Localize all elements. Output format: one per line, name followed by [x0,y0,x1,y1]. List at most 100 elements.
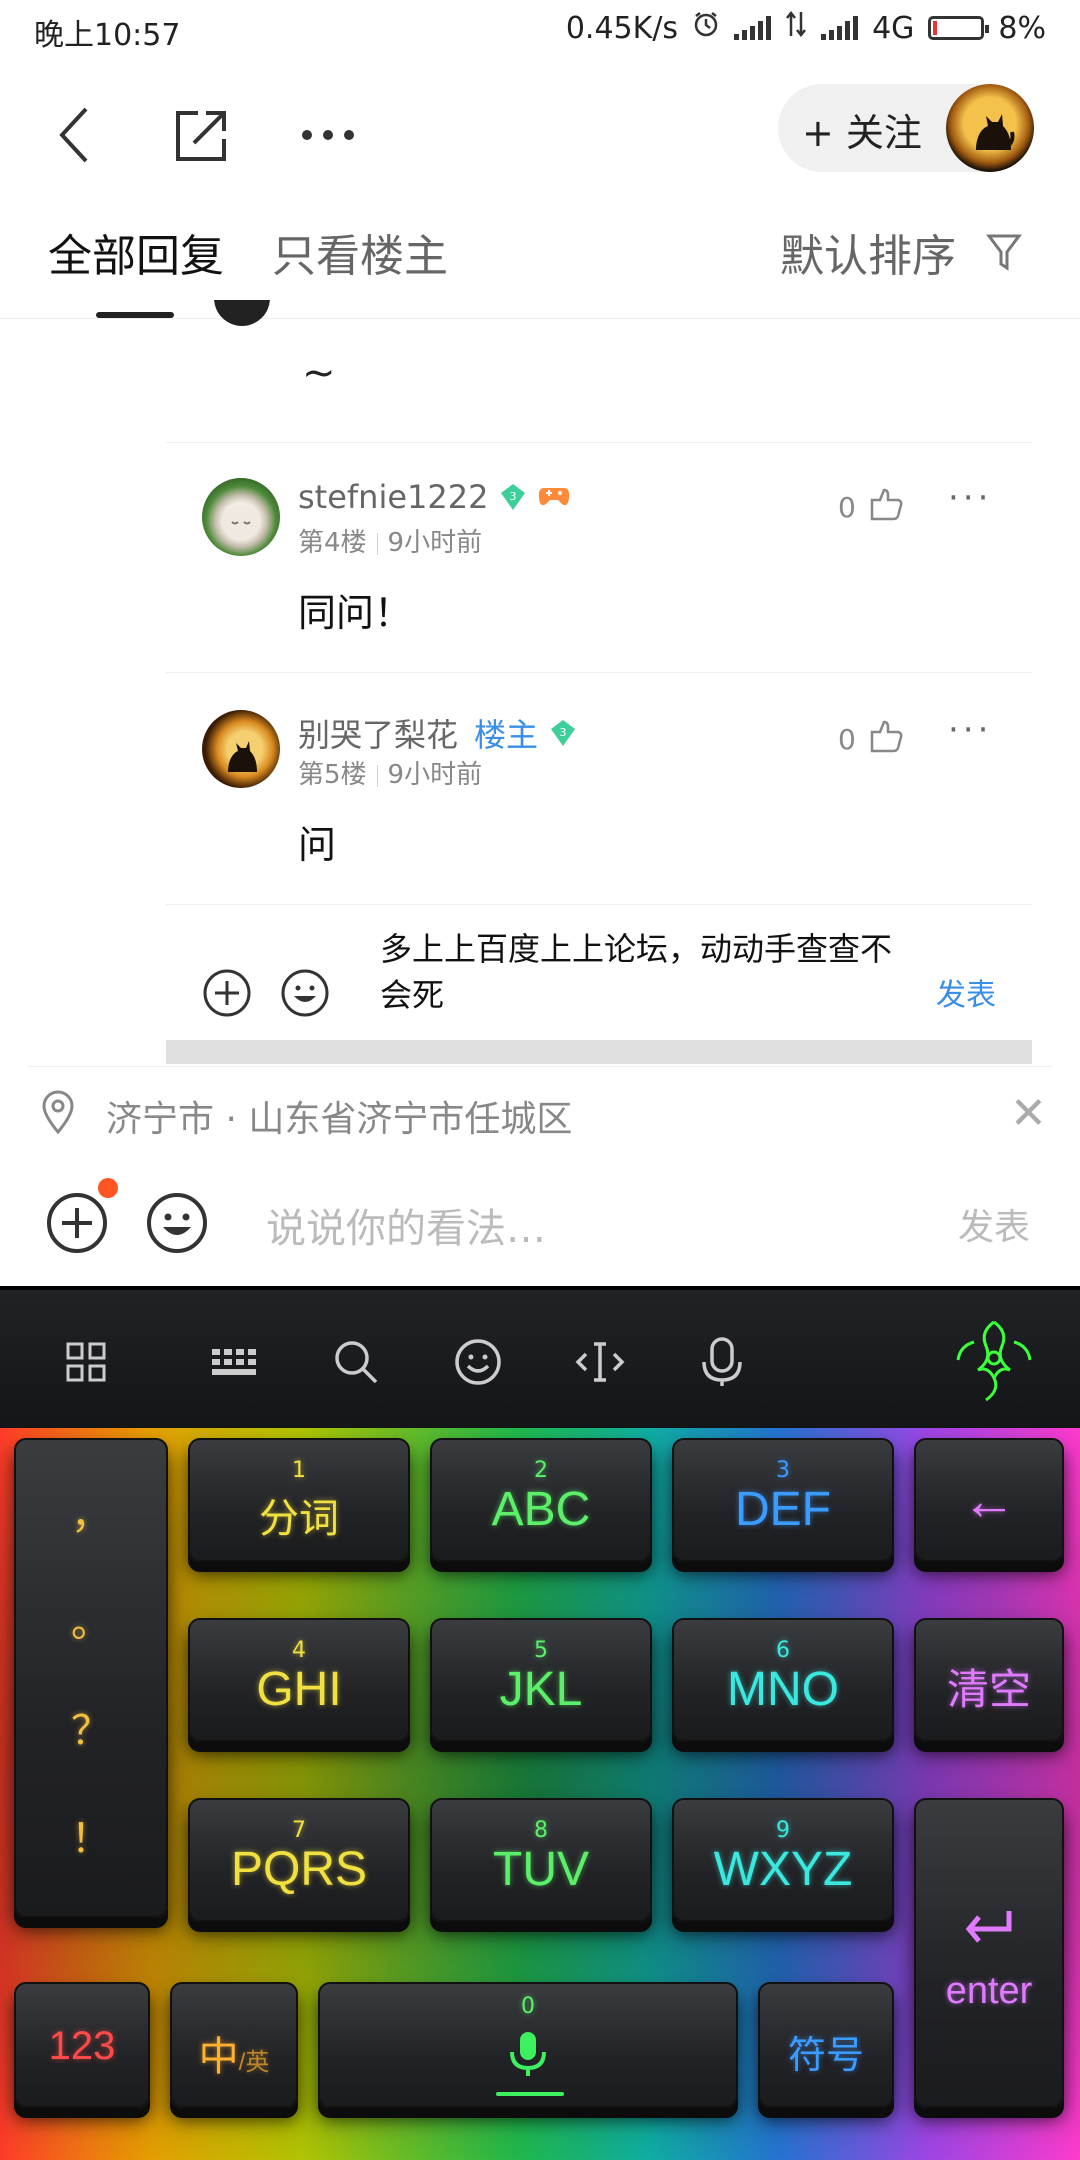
cursor-icon[interactable] [570,1332,630,1392]
space-key[interactable]: 0 [318,1982,738,2108]
user-avatar[interactable] [202,478,280,556]
comment-input[interactable]: 说说你的看法… [266,1196,546,1254]
gamepad-badge-icon [538,478,570,516]
key-number: 3 [776,1458,790,1483]
key-9[interactable]: 9 WXYZ [672,1798,894,1922]
partial-reply-text: ~ [302,350,336,396]
enter-key[interactable]: enter [914,1798,1064,2108]
share-icon[interactable] [160,95,240,175]
location-text[interactable]: 济宁市 · 山东省济宁市任城区 [106,1090,572,1142]
send-button[interactable]: 发表 [958,1198,1030,1250]
key-4[interactable]: 4 GHI [188,1618,410,1742]
key-label: ABC [491,1483,591,1536]
key-6[interactable]: 6 MNO [672,1618,894,1742]
key-label: DEF [735,1483,831,1536]
battery-icon [928,16,990,40]
data-transfer-icon [785,10,807,46]
reply-more-icon[interactable]: ··· [948,478,992,518]
numeric-key[interactable]: 123 [14,1982,150,2108]
clear-key[interactable]: 清空 [914,1618,1064,1742]
mic-icon[interactable] [692,1332,752,1392]
punct-exclaim[interactable]: ！ [16,1806,166,1864]
key-7[interactable]: 7 PQRS [188,1798,410,1922]
follow-button[interactable]: + 关注 [778,84,1034,172]
add-attachment-icon[interactable] [202,968,252,1022]
numeric-label: 123 [48,2024,116,2068]
like-hand-icon [866,718,906,761]
backspace-icon: ← [962,1471,1016,1531]
language-key[interactable]: 中/英 [170,1982,298,2108]
punct-period[interactable]: 。 [16,1590,166,1648]
comment-input-bar: 说说你的看法… 发表 [0,1160,1080,1286]
key-number: 8 [534,1818,548,1843]
username[interactable]: stefnie1222 [298,478,488,516]
floor-number: 第4楼 [298,528,367,558]
grid-icon[interactable] [56,1332,116,1392]
punctuation-key[interactable]: ， 。 ？ ！ [14,1438,168,1918]
symbols-key[interactable]: 符号 [758,1982,894,2108]
razer-logo-icon[interactable] [946,1312,1042,1412]
back-icon[interactable] [34,95,114,175]
sort-dropdown[interactable]: 默认排序 [780,220,956,284]
key-1[interactable]: 1 分词 [188,1438,410,1562]
username[interactable]: 别哭了梨花 [298,710,458,756]
reply-text: 同问！ [298,591,413,635]
key-5[interactable]: 5 JKL [430,1618,652,1742]
like-count: 0 [838,723,856,756]
network-type: 4G [872,10,915,46]
reply-more-icon[interactable]: ··· [948,710,992,750]
level-gem-icon: 3 [498,482,528,512]
inner-reply-text[interactable]: 多上上百度上上论坛，动动手查查不会死 [380,926,920,1018]
net-speed: 0.45K/s [565,10,679,46]
backspace-key[interactable]: ← [914,1438,1064,1562]
keyboard-icon[interactable] [204,1332,264,1392]
key-number: 6 [776,1638,790,1663]
like-count: 0 [838,491,856,524]
follow-label: + 关注 [802,111,922,155]
signal-2-icon [821,16,859,40]
tab-active-indicator [96,312,174,318]
key-label: WXYZ [713,1843,853,1896]
like-button[interactable]: 0 [838,718,906,761]
symbols-label: 符号 [787,2035,864,2077]
key-2[interactable]: 2 ABC [430,1438,652,1562]
more-icon[interactable] [288,95,368,175]
like-button[interactable]: 0 [838,486,906,529]
voice-input-icon [320,2030,736,2094]
level-number: 3 [510,490,517,503]
inner-reply-bottom [166,1040,1032,1064]
tab-owner-only[interactable]: 只看楼主 [272,220,448,284]
key-label: MNO [727,1663,839,1716]
emoji-icon[interactable] [448,1332,508,1392]
enter-label: enter [945,1970,1033,2012]
add-attachment-icon[interactable] [46,1192,108,1258]
top-nav: + 关注 [0,60,1080,190]
emoji-icon[interactable] [280,968,330,1022]
like-hand-icon [866,486,906,529]
close-icon[interactable]: ✕ [1010,1088,1047,1139]
key-8[interactable]: 8 TUV [430,1798,652,1922]
key-number: 5 [534,1638,548,1663]
emoji-icon[interactable] [146,1192,208,1258]
user-avatar[interactable] [202,710,280,788]
reply-time: 9小时前 [387,528,483,558]
clear-label: 清空 [946,1666,1031,1713]
key-label: GHI [256,1663,342,1716]
alarm-icon [692,10,720,46]
reply-meta: 第5楼 9小时前 [298,754,482,791]
author-avatar[interactable] [946,84,1034,172]
reply-time: 9小时前 [387,760,483,790]
inner-send-button[interactable]: 发表 [936,970,996,1014]
key-3[interactable]: 3 DEF [672,1438,894,1562]
tab-all-replies[interactable]: 全部回复 [48,220,224,284]
filter-icon[interactable] [986,232,1022,276]
key-number: 9 [776,1818,790,1843]
battery-percent: 8% [998,10,1046,46]
key-number: 4 [292,1638,306,1663]
key-label: TUV [493,1843,589,1896]
punct-comma[interactable]: ， [16,1482,166,1540]
floor-number: 第5楼 [298,760,367,790]
key-label: 分词 [259,1497,339,1541]
punct-question[interactable]: ？ [16,1698,166,1756]
search-icon[interactable] [326,1332,386,1392]
